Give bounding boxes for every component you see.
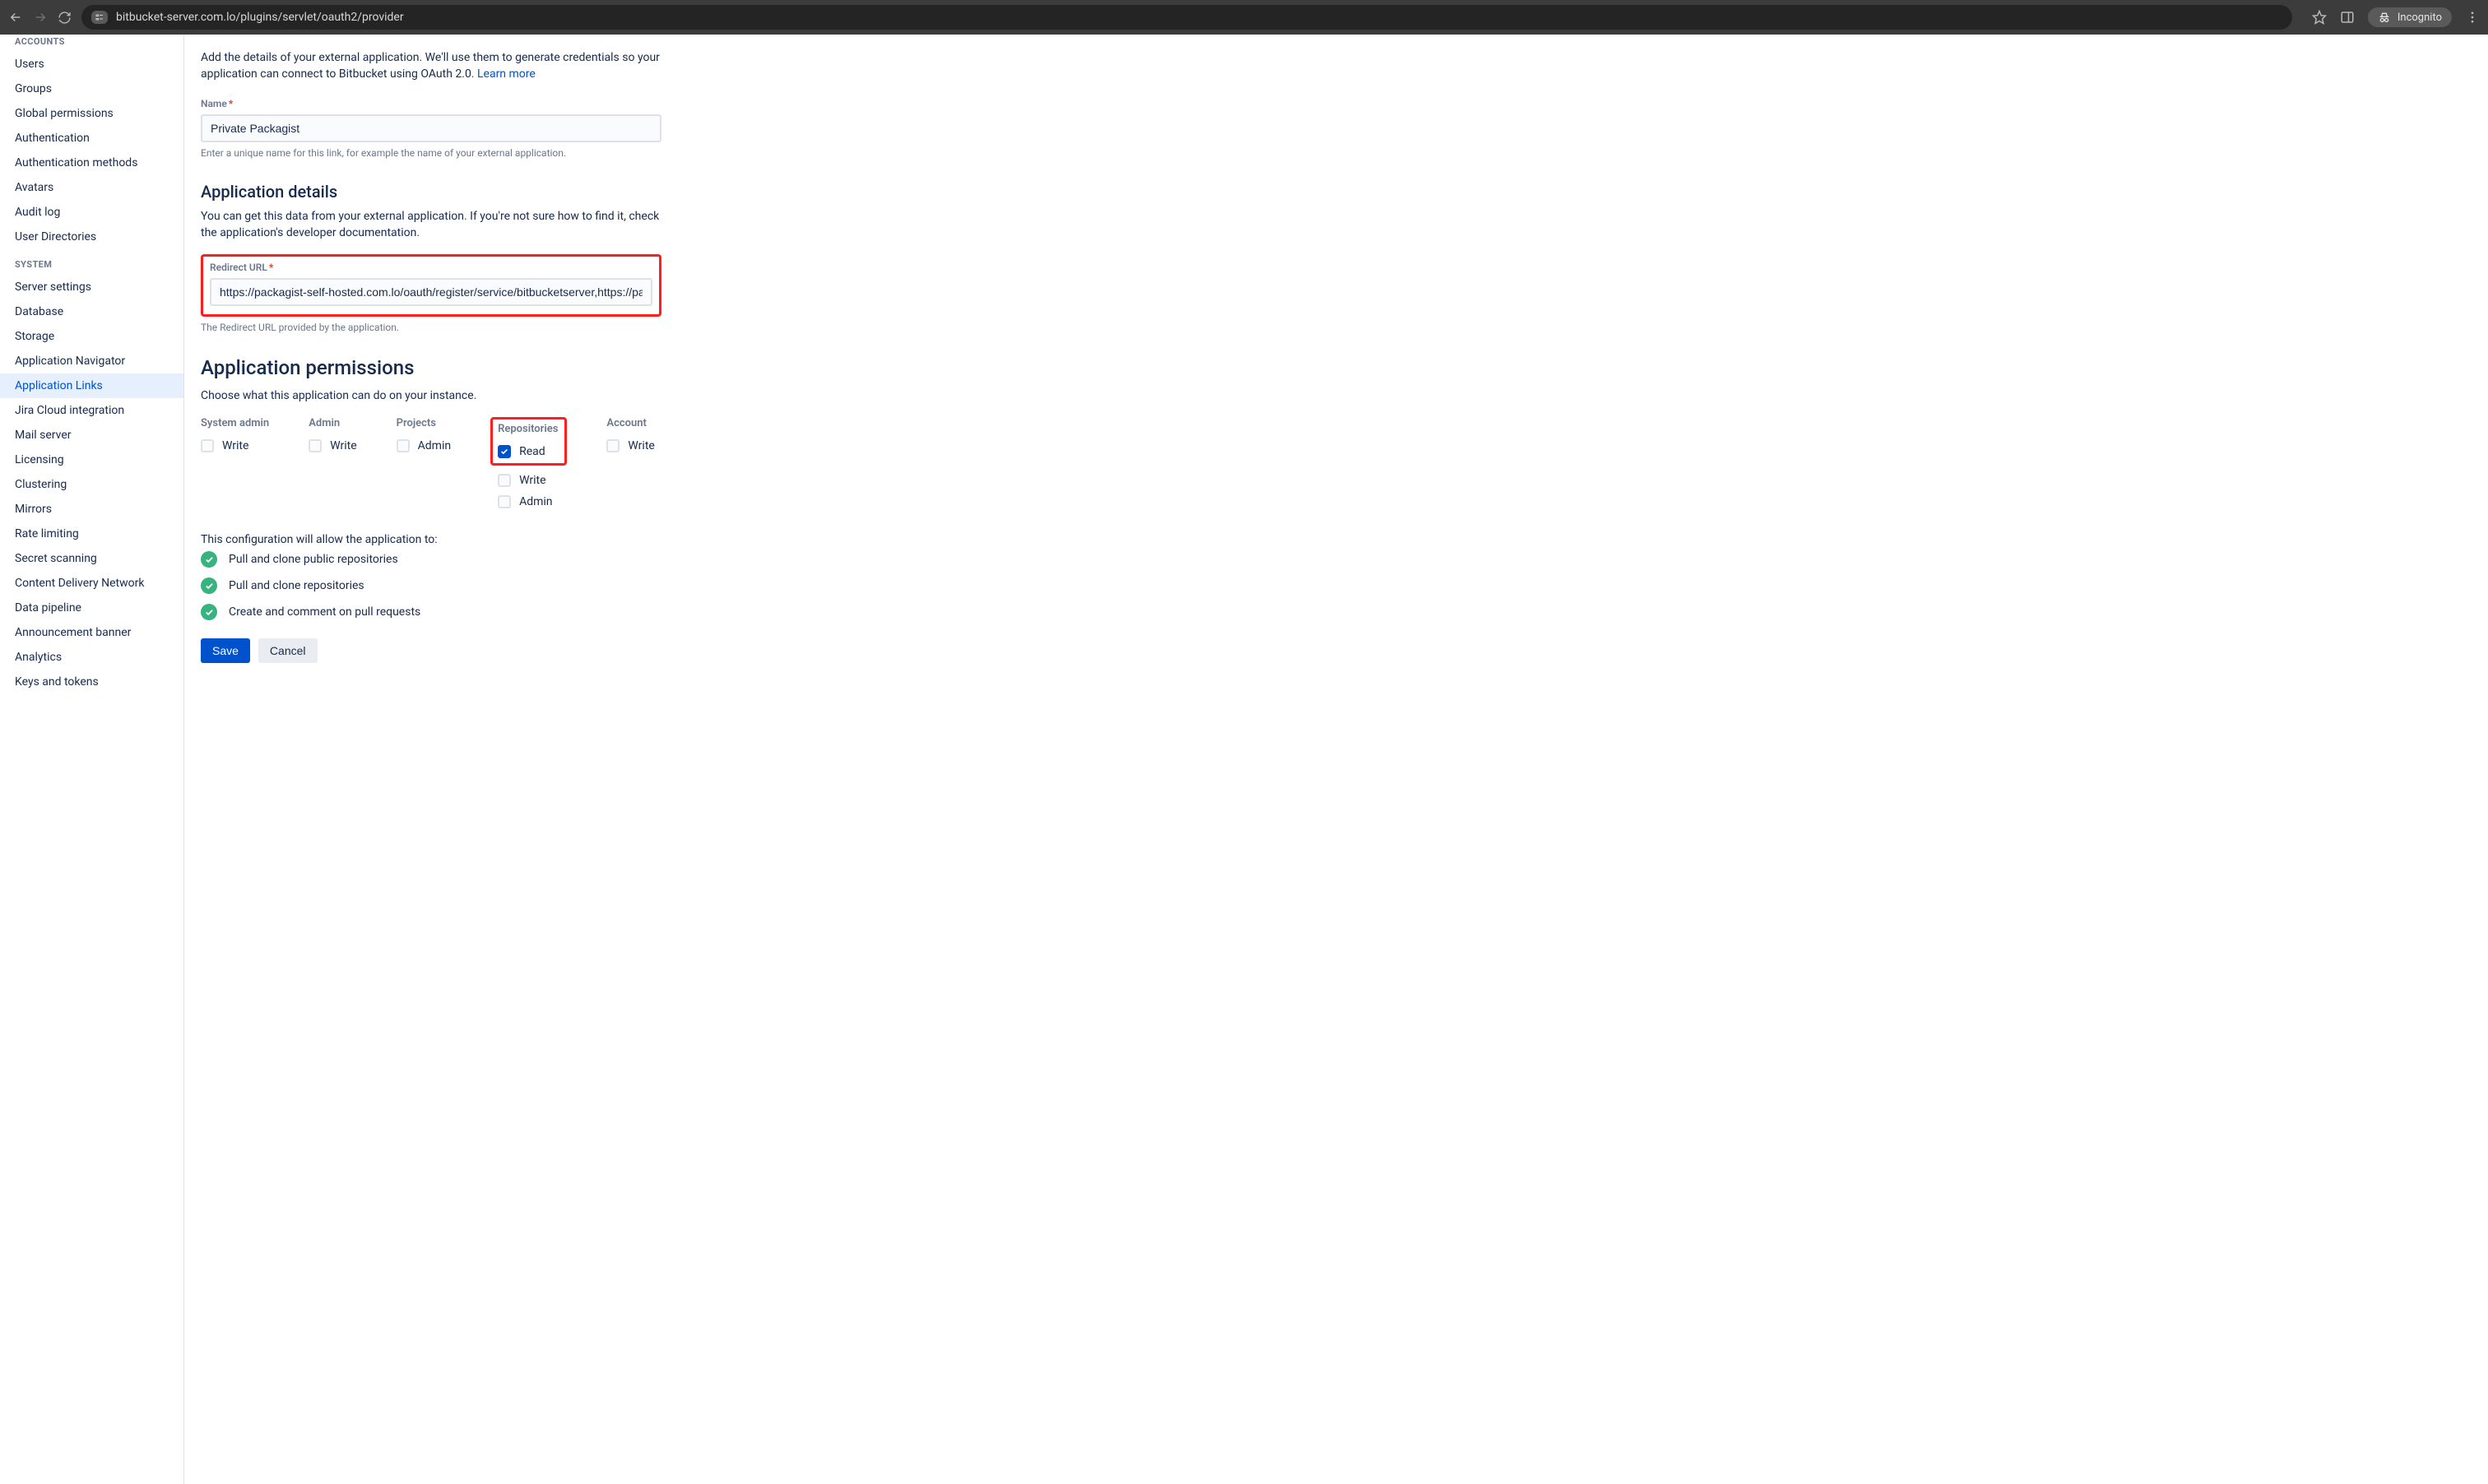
permissions-desc: Choose what this application can do on y… — [201, 387, 661, 404]
perm-system-admin-write[interactable]: Write — [201, 439, 269, 452]
sidebar-item[interactable]: Analytics — [0, 645, 183, 670]
redirect-url-input[interactable] — [210, 278, 652, 306]
admin-sidebar: ACCOUNTS UsersGroupsGlobal permissionsAu… — [0, 35, 184, 1484]
sidebar-item[interactable]: Application Navigator — [0, 349, 183, 373]
address-bar[interactable]: bitbucket-server.com.lo/plugins/servlet/… — [81, 5, 2292, 30]
sidebar-item[interactable]: Rate limiting — [0, 522, 183, 546]
kebab-menu-icon[interactable] — [2465, 10, 2480, 25]
sidebar-group-accounts: ACCOUNTS — [0, 36, 183, 52]
repositories-read-highlight: Repositories Read — [490, 417, 567, 466]
forward-icon[interactable] — [33, 10, 48, 25]
sidebar-item[interactable]: Users — [0, 52, 183, 77]
allow-row: Pull and clone public repositories — [201, 551, 661, 568]
sidebar-item[interactable]: Data pipeline — [0, 596, 183, 620]
sidebar-item[interactable]: Avatars — [0, 175, 183, 200]
perm-col-repositories: Repositories Read Write Admin — [490, 417, 567, 517]
sidebar-item[interactable]: Groups — [0, 77, 183, 101]
sidebar-item[interactable]: Audit log — [0, 200, 183, 225]
intro-text: Add the details of your external applica… — [201, 49, 661, 83]
cancel-button[interactable]: Cancel — [258, 638, 318, 663]
sidebar-item[interactable]: Jira Cloud integration — [0, 398, 183, 423]
check-circle-icon — [201, 577, 217, 594]
sidebar-item[interactable]: Authentication — [0, 126, 183, 151]
panel-icon[interactable] — [2340, 10, 2355, 25]
sidebar-item[interactable]: Authentication methods — [0, 151, 183, 175]
url-text: bitbucket-server.com.lo/plugins/servlet/… — [116, 11, 404, 24]
redirect-help: The Redirect URL provided by the applica… — [201, 322, 661, 333]
learn-more-link[interactable]: Learn more — [477, 67, 536, 81]
sidebar-item[interactable]: User Directories — [0, 225, 183, 249]
sidebar-item[interactable]: Mail server — [0, 423, 183, 448]
check-circle-icon — [201, 551, 217, 568]
app-details-heading: Application details — [201, 182, 661, 202]
sidebar-item[interactable]: Server settings — [0, 275, 183, 299]
sidebar-item[interactable]: Database — [0, 299, 183, 324]
sidebar-item[interactable]: Keys and tokens — [0, 670, 183, 694]
browser-chrome: bitbucket-server.com.lo/plugins/servlet/… — [0, 0, 2488, 35]
sidebar-item[interactable]: Global permissions — [0, 101, 183, 126]
perm-col-admin: Admin Write — [309, 417, 356, 461]
sidebar-item[interactable]: Announcement banner — [0, 620, 183, 645]
check-circle-icon — [201, 604, 217, 620]
sidebar-item[interactable]: Licensing — [0, 448, 183, 472]
sidebar-item[interactable]: Clustering — [0, 472, 183, 497]
perm-repositories-read[interactable]: Read — [498, 445, 558, 458]
name-help: Enter a unique name for this link, for e… — [201, 147, 661, 159]
allow-row: Create and comment on pull requests — [201, 604, 661, 620]
sidebar-item[interactable]: Secret scanning — [0, 546, 183, 571]
sidebar-item[interactable]: Application Links — [0, 373, 183, 398]
sidebar-item[interactable]: Storage — [0, 324, 183, 349]
permissions-grid: System admin Write Admin Write Projects — [201, 417, 661, 517]
perm-repositories-admin[interactable]: Admin — [498, 495, 567, 508]
allow-list: Pull and clone public repositories Pull a… — [201, 551, 661, 620]
reload-icon[interactable] — [58, 11, 72, 25]
name-label: Name* — [201, 98, 661, 109]
sidebar-group-system: SYSTEM — [0, 249, 183, 275]
main-content: Add the details of your external applica… — [184, 35, 2488, 1484]
back-icon[interactable] — [8, 10, 23, 25]
sidebar-item[interactable]: Content Delivery Network — [0, 571, 183, 596]
perm-col-account: Account Write — [606, 417, 654, 461]
redirect-url-highlight: Redirect URL* — [201, 254, 661, 317]
perm-repositories-write[interactable]: Write — [498, 474, 567, 487]
incognito-badge[interactable]: Incognito — [2368, 7, 2452, 27]
perm-admin-write[interactable]: Write — [309, 439, 356, 452]
save-button[interactable]: Save — [201, 638, 250, 663]
redirect-label: Redirect URL* — [210, 262, 652, 273]
sidebar-item[interactable]: Mirrors — [0, 497, 183, 522]
perm-col-projects: Projects Admin — [397, 417, 451, 461]
permissions-heading: Application permissions — [201, 356, 661, 379]
allow-intro: This configuration will allow the applic… — [201, 533, 661, 546]
perm-projects-admin[interactable]: Admin — [397, 439, 451, 452]
allow-row: Pull and clone repositories — [201, 577, 661, 594]
bookmark-icon[interactable] — [2312, 10, 2327, 25]
app-details-desc: You can get this data from your external… — [201, 208, 661, 242]
perm-account-write[interactable]: Write — [606, 439, 654, 452]
site-settings-icon[interactable] — [91, 11, 108, 24]
perm-col-system-admin: System admin Write — [201, 417, 269, 461]
name-input[interactable] — [201, 114, 661, 142]
